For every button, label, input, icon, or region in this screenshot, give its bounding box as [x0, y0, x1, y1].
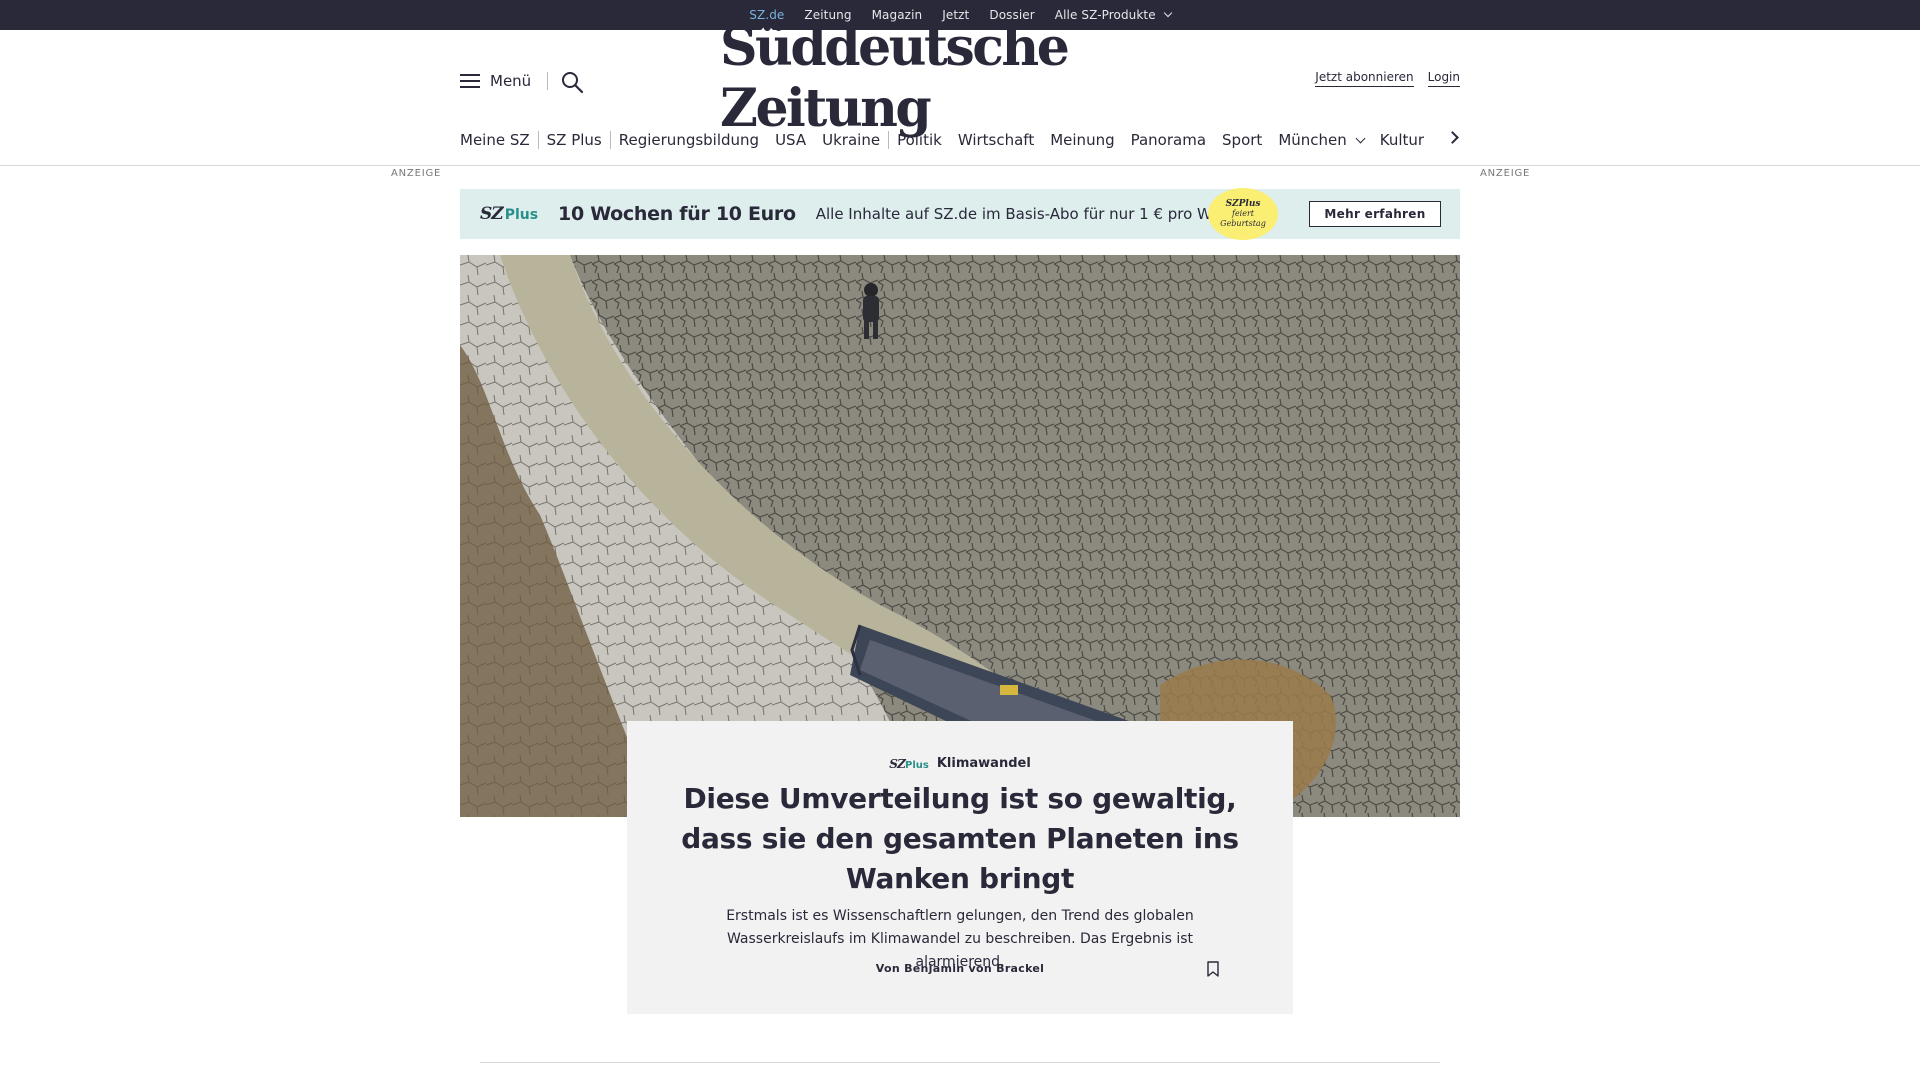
nav-item-wirtschaft[interactable]: Wirtschaft — [950, 130, 1042, 150]
nav-item-usa[interactable]: USA — [767, 130, 814, 150]
chevron-right-icon[interactable] — [1446, 131, 1459, 144]
login-link[interactable]: Login — [1427, 70, 1460, 87]
chevron-down-icon — [1355, 133, 1366, 143]
sz-plus-badge-plus: Plus — [905, 759, 929, 771]
nav-item-sz-plus[interactable]: SZ Plus — [539, 130, 610, 150]
article-kicker: SZPlus Klimawandel — [627, 756, 1293, 771]
sz-plus-logo-sz: SZ — [480, 204, 504, 224]
promo-banner[interactable]: SZ Plus 10 Wochen für 10 Euro Alle Inhalt… — [460, 188, 1460, 240]
article-author: Von Benjamin von Brackel — [875, 962, 1045, 975]
menu-button[interactable]: Menü — [460, 72, 531, 90]
nav-item-muenchen-label: München — [1278, 131, 1347, 149]
badge-line-3: Geburtstag — [1220, 219, 1266, 228]
header-divider — [547, 72, 548, 90]
menu-label: Menü — [490, 72, 532, 90]
sz-plus-logo: SZ Plus — [480, 204, 538, 224]
hamburger-icon — [460, 74, 480, 88]
bookmark-icon[interactable] — [1207, 961, 1219, 977]
nav-item-meinung[interactable]: Meinung — [1042, 130, 1122, 150]
article-topic: Klimawandel — [936, 756, 1031, 771]
nav-item-politik[interactable]: Politik — [889, 130, 950, 150]
section-divider — [480, 1062, 1440, 1063]
site-header: Menü Süddeutsche Zeitung Jetzt abonniere… — [0, 17, 1920, 166]
nav-item-panorama[interactable]: Panorama — [1123, 130, 1214, 150]
promo-text: Alle Inhalte auf SZ.de im Basis-Abo für … — [815, 205, 1252, 223]
nav-item-ukraine[interactable]: Ukraine — [814, 130, 888, 150]
sz-plus-logo-plus: Plus — [504, 207, 539, 223]
ad-label-right: ANZEIGE — [1480, 168, 1531, 179]
badge-line-1: SZPlus — [1225, 199, 1261, 209]
chevron-down-icon — [1163, 8, 1172, 18]
search-icon[interactable] — [560, 70, 584, 94]
nav-item-kultur[interactable]: Kultur — [1372, 130, 1432, 150]
sz-plus-badge-sz: SZ — [889, 756, 906, 771]
nav-item-regierungsbildung[interactable]: Regierungsbildung — [611, 130, 767, 150]
subscribe-link[interactable]: Jetzt abonnieren — [1315, 70, 1414, 87]
nav-item-muenchen[interactable]: München — [1270, 130, 1371, 150]
sz-plus-badge: SZPlus — [889, 757, 929, 771]
article-teaser-card[interactable]: SZPlus Klimawandel Diese Umverteilung is… — [627, 721, 1293, 1014]
ad-label-left: ANZEIGE — [391, 168, 442, 179]
account-links: Jetzt abonnieren Login — [1315, 70, 1460, 87]
badge-line-2: feiert — [1231, 209, 1255, 218]
promo-headline: 10 Wochen für 10 Euro — [558, 203, 796, 225]
mehr-erfahren-button[interactable]: Mehr erfahren — [1309, 201, 1441, 227]
site-logo[interactable]: Süddeutsche Zeitung — [720, 17, 1200, 139]
nav-item-sport[interactable]: Sport — [1214, 130, 1270, 150]
article-title[interactable]: Diese Umverteilung ist so gewaltig, dass… — [677, 779, 1243, 899]
birthday-badge: SZPlus feiert Geburtstag — [1208, 188, 1278, 240]
section-nav: Meine SZ SZ Plus Regierungsbildung USA U… — [460, 127, 1432, 153]
nav-item-meine-sz[interactable]: Meine SZ — [460, 130, 538, 150]
